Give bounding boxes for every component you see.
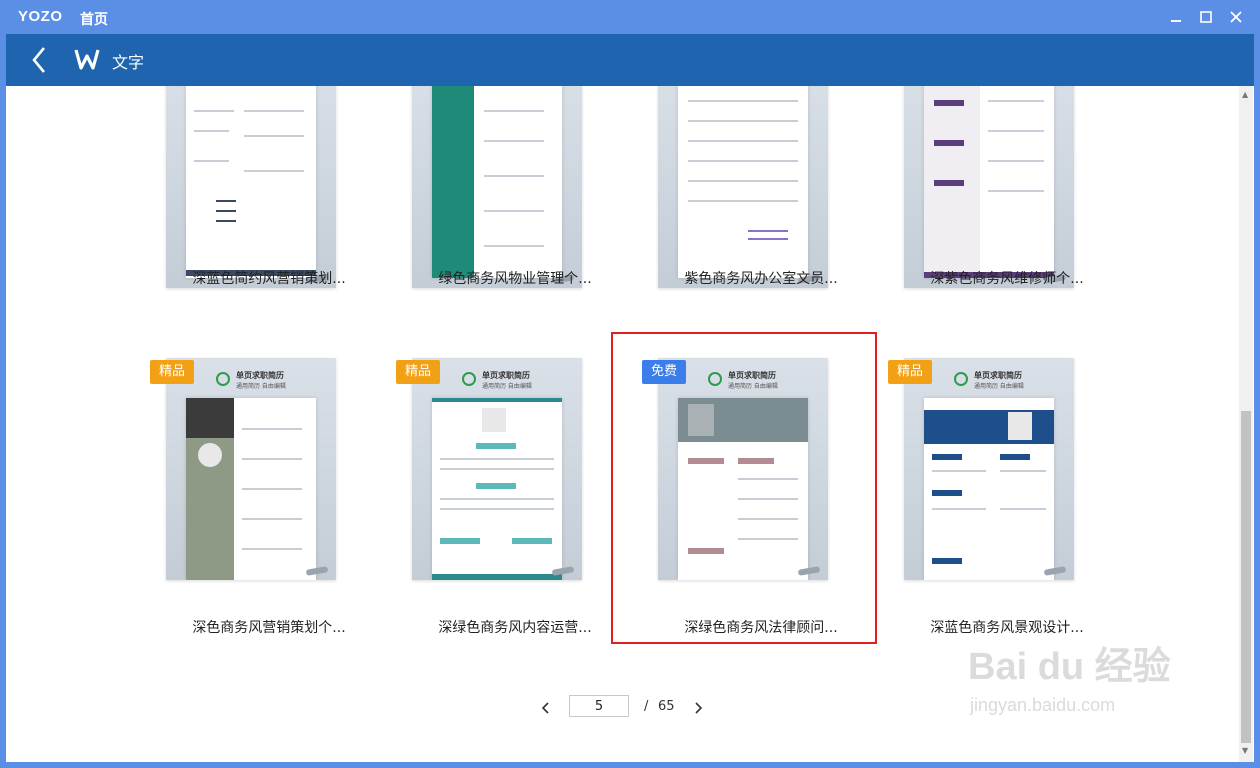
template-thumbnail: 单页求职简历 通用简历 自由编辑 [166,358,336,580]
app-header: 文字 [6,34,1254,86]
chevron-left-icon [541,702,549,714]
template-name[interactable]: 深蓝色简约风营销策划... [146,268,392,288]
template-name[interactable]: 深紫色商务风维修师个... [884,268,1130,288]
baidu-watermark: Bai du 经验 jingyan.baidu.com [960,625,1250,765]
watermark-main-text: Bai du 经验 [968,646,1171,688]
template-thumbnail [658,86,828,288]
window-title: 首页 [80,12,108,28]
app-logo: YOZO [18,8,63,25]
chevron-right-icon [695,702,703,714]
watermark-url: jingyan.baidu.com [970,695,1116,715]
minimize-button[interactable] [1164,6,1188,28]
premium-badge: 精品 [150,360,194,384]
minimize-icon [1171,20,1181,22]
window-titlebar: YOZO 首页 [0,0,1260,34]
w-logo-icon [74,46,100,72]
back-button[interactable] [28,46,52,74]
maximize-button[interactable] [1194,6,1218,28]
maximize-icon [1200,11,1212,23]
template-thumbnail: 单页求职简历 通用简历 自由编辑 [904,358,1074,580]
template-thumbnail [412,86,582,288]
header-label: 文字 [112,53,145,72]
scroll-up-icon[interactable]: ▲ [1242,90,1248,99]
chevron-left-icon [32,47,45,73]
close-button[interactable] [1224,6,1248,28]
next-page-button[interactable] [690,698,706,718]
selection-highlight [611,332,877,644]
template-name[interactable]: 深色商务风营销策划个... [146,617,392,637]
premium-badge: 精品 [888,360,932,384]
close-icon [1230,11,1242,23]
template-thumbnail [904,86,1074,288]
premium-badge: 精品 [396,360,440,384]
page-number-input[interactable] [569,695,629,717]
template-name[interactable]: 深绿色商务风内容运营... [392,617,638,637]
template-thumbnail [166,86,336,288]
template-name[interactable]: 紫色商务风办公室文员... [638,268,884,288]
total-pages: 65 [658,699,675,714]
page-separator: / [644,699,649,714]
template-name[interactable]: 绿色商务风物业管理个... [392,268,638,288]
template-thumbnail: 单页求职简历 通用简历 自由编辑 [412,358,582,580]
previous-page-button[interactable] [538,698,554,718]
